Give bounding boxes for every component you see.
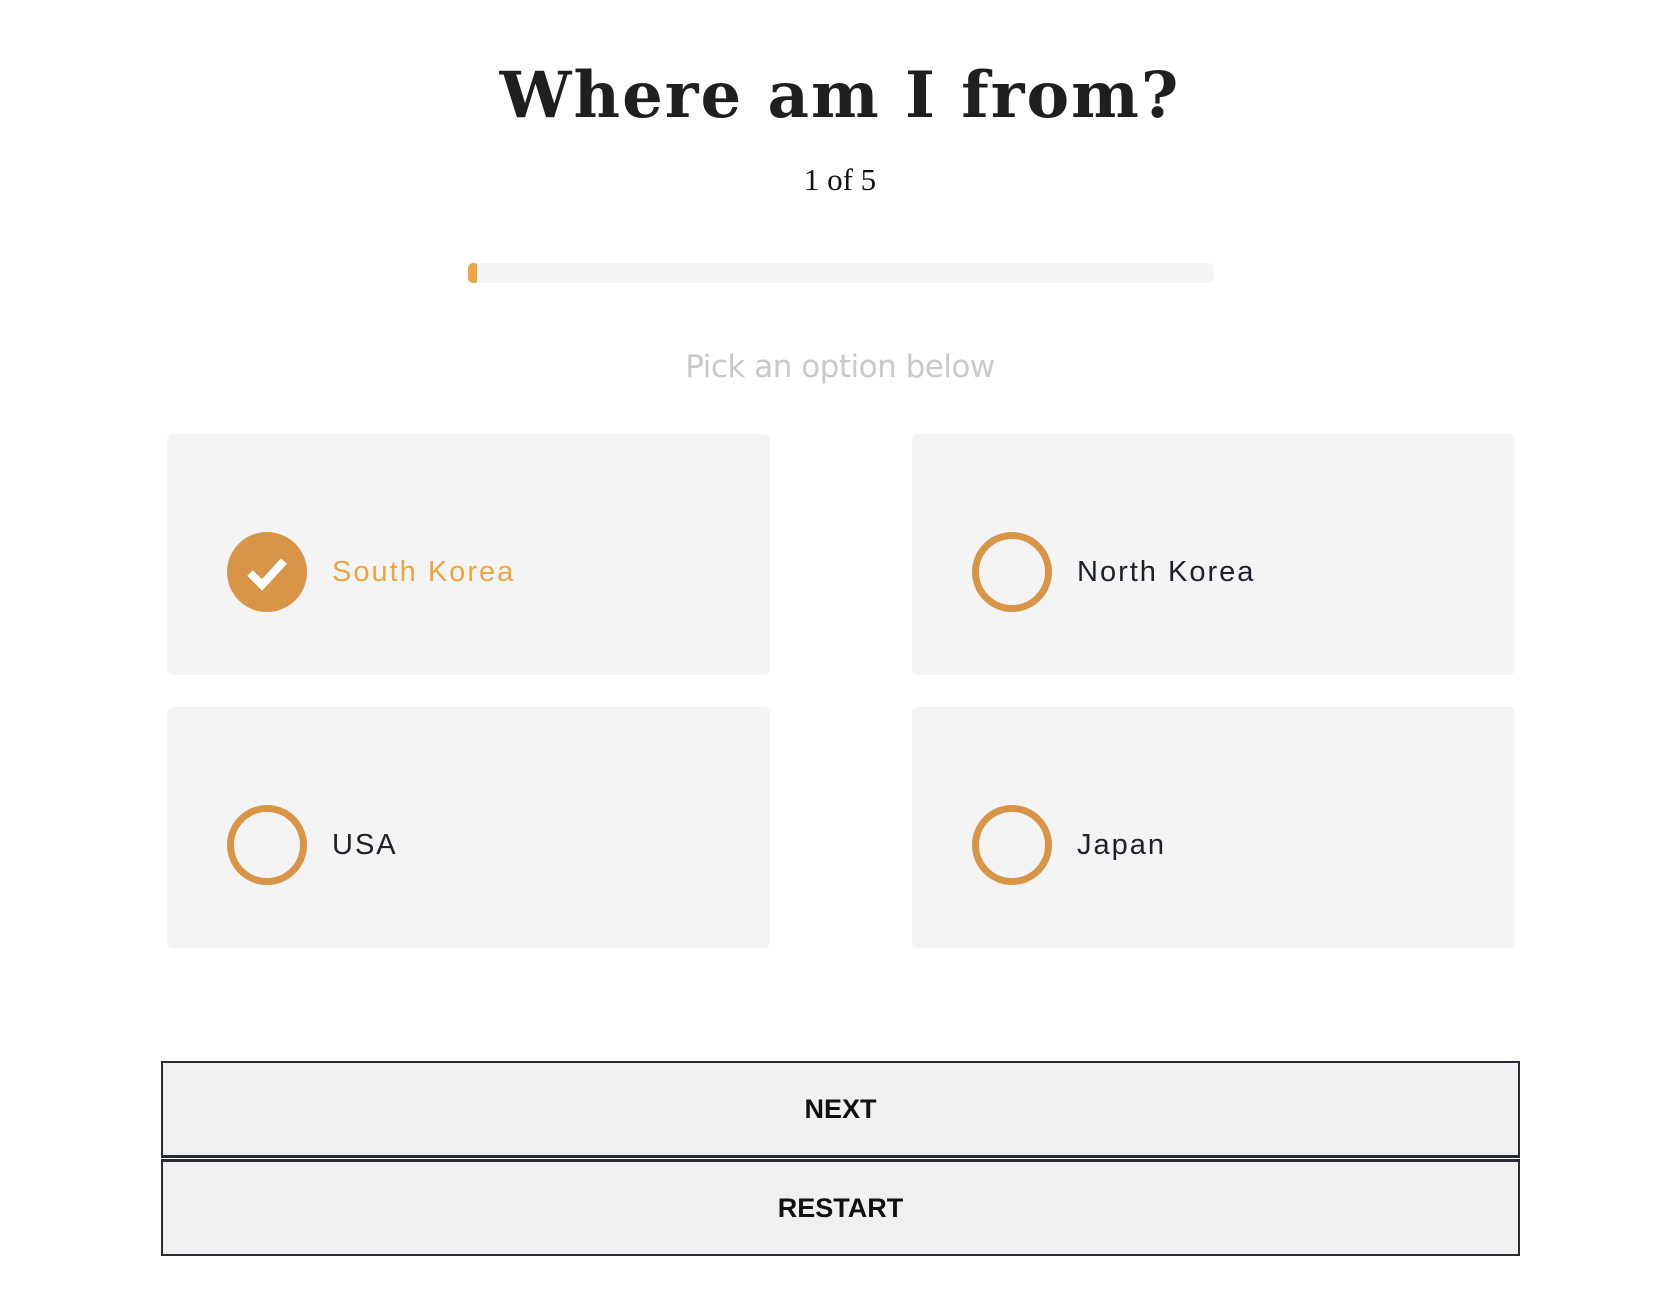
option-label: North Korea xyxy=(1077,556,1256,588)
progress-bar-fill xyxy=(468,263,477,283)
option-label: South Korea xyxy=(332,556,516,588)
option-label: USA xyxy=(332,829,398,861)
progress-bar xyxy=(468,263,1213,283)
instruction-text: Pick an option below xyxy=(685,349,995,385)
option-card-south-korea[interactable]: South Korea xyxy=(167,434,770,675)
question-counter: 1 of 5 xyxy=(803,162,877,197)
option-card-japan[interactable]: Japan xyxy=(912,707,1515,948)
option-label: Japan xyxy=(1077,829,1167,861)
radio-circle-icon xyxy=(227,805,307,885)
radio-circle-icon xyxy=(972,805,1052,885)
radio-circle-icon xyxy=(972,532,1052,612)
page-title: Where am I from? xyxy=(499,58,1181,133)
checkmark-icon xyxy=(247,558,287,591)
checkmark-circle-icon xyxy=(227,532,307,612)
option-card-north-korea[interactable]: North Korea xyxy=(912,434,1515,675)
option-card-usa[interactable]: USA xyxy=(167,707,770,948)
restart-button[interactable]: RESTART xyxy=(161,1159,1520,1256)
next-button[interactable]: NEXT xyxy=(161,1061,1520,1158)
